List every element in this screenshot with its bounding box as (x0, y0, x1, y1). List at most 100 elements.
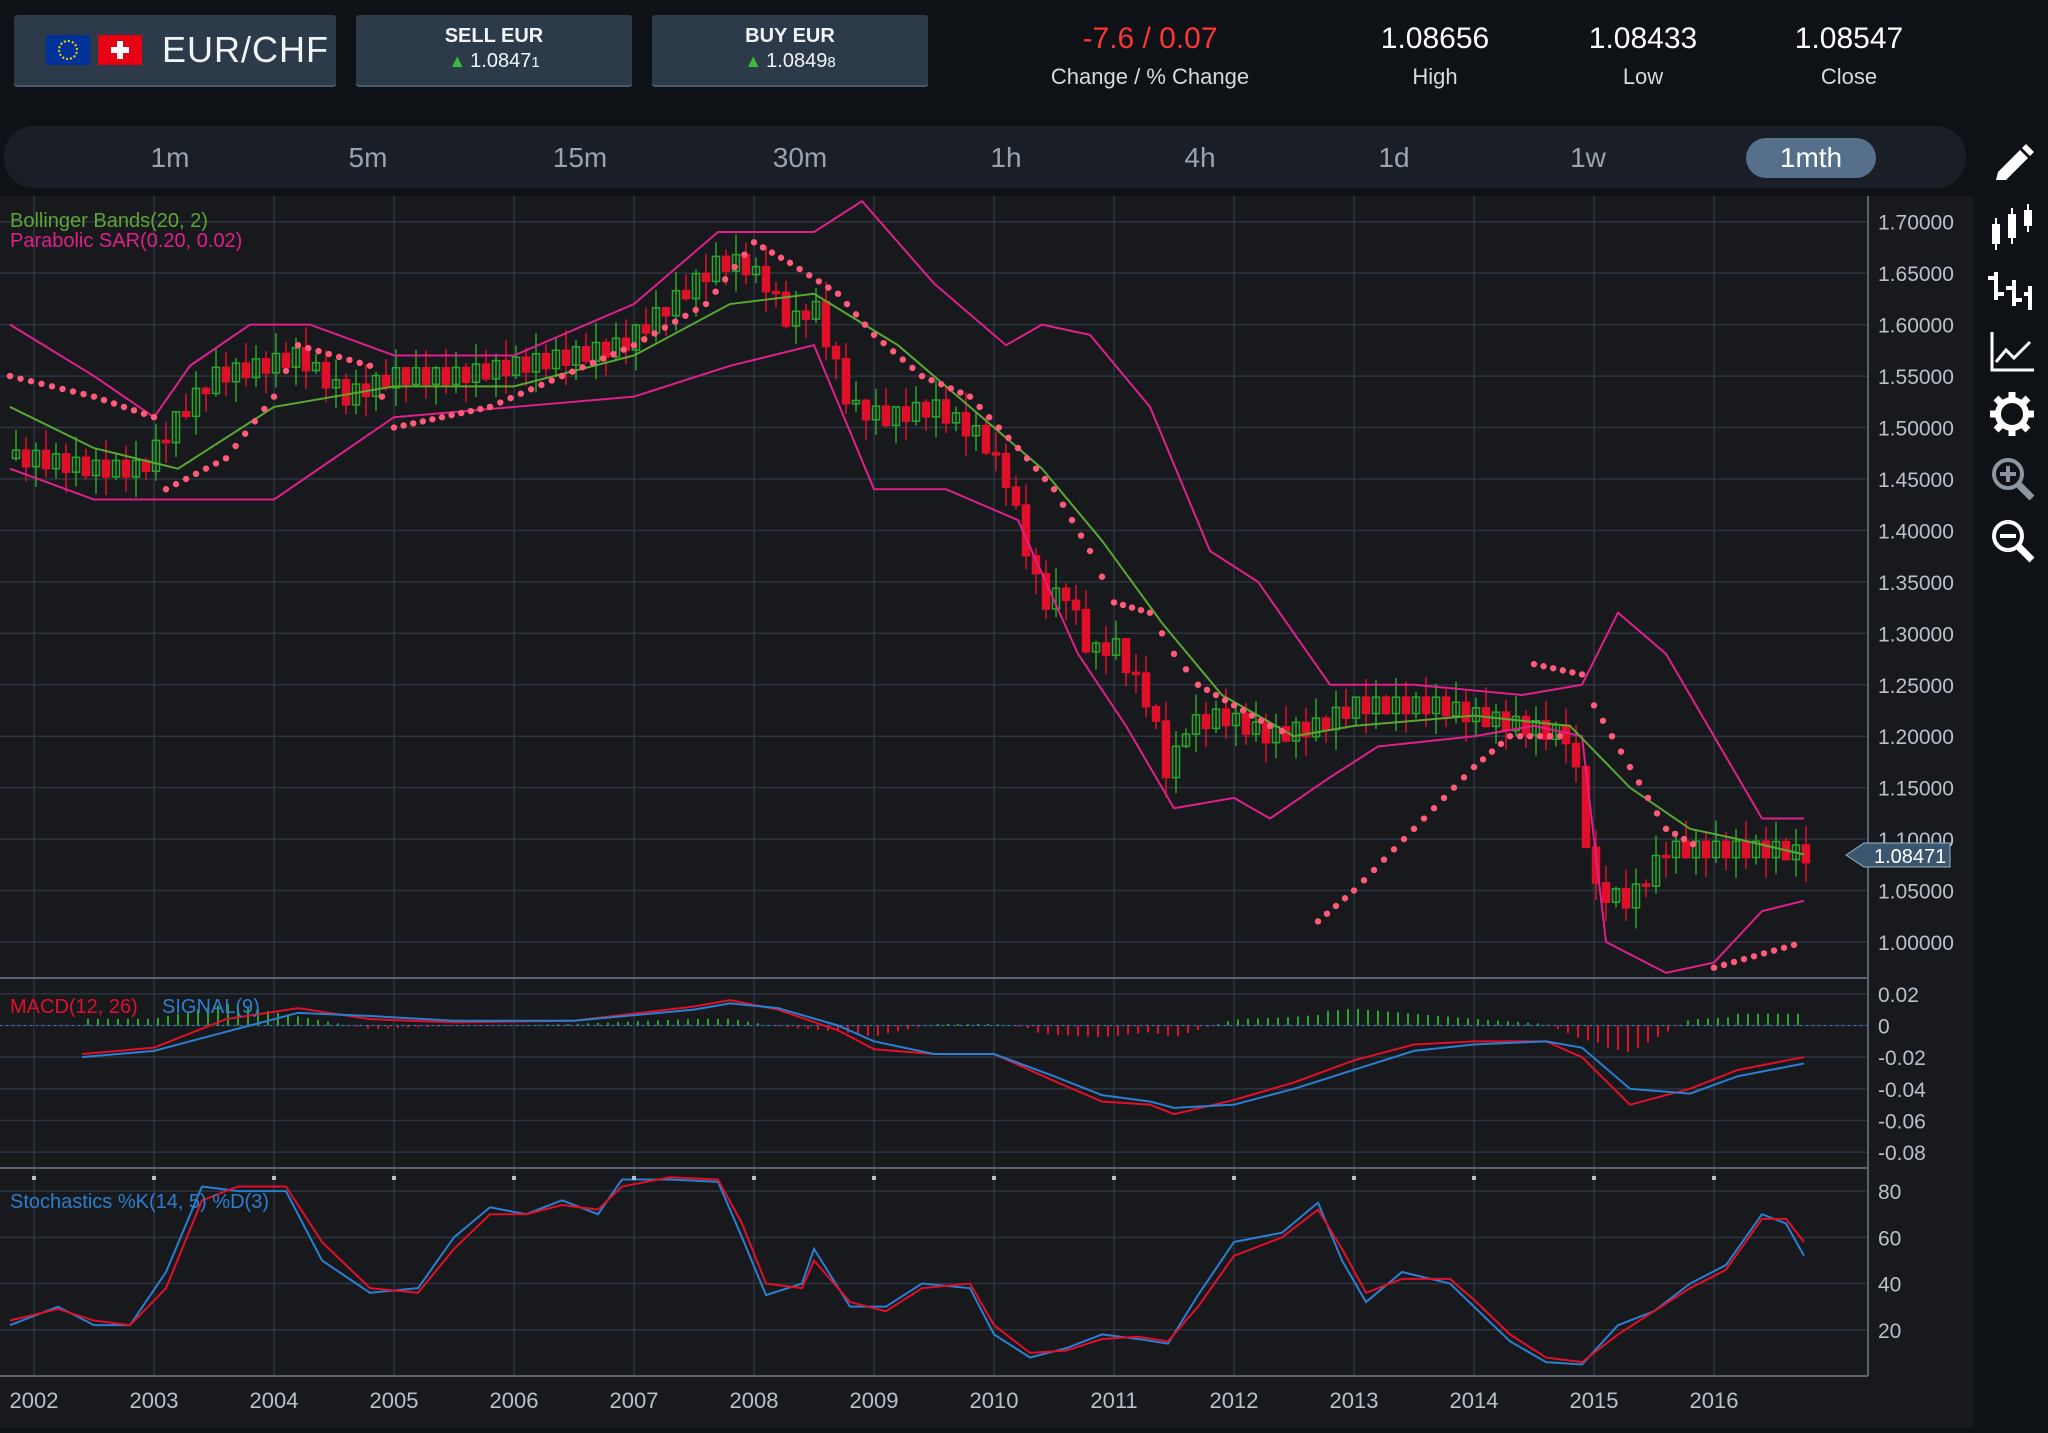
year-marker (872, 1176, 876, 1180)
price-tick-label: 1.20000 (1878, 726, 1954, 749)
candle-body (991, 452, 1001, 456)
sar-dot (110, 400, 118, 407)
sar-dot (1182, 666, 1190, 673)
tab-1h[interactable]: 1h (966, 138, 1046, 178)
tab-1w[interactable]: 1w (1548, 138, 1628, 178)
pencil-icon[interactable] (1988, 142, 2036, 190)
currency-pair-selector[interactable]: EUR/CHF (14, 15, 336, 85)
low-label: Low (1622, 64, 1664, 89)
settings-icon[interactable] (1988, 390, 2036, 438)
sar-dot (722, 276, 729, 283)
tab-1mth[interactable]: 1mth (1746, 138, 1876, 178)
sar-dot (976, 403, 983, 411)
sar-dot (1230, 702, 1238, 709)
ohlc-bar-icon[interactable] (1988, 266, 2036, 314)
year-marker (1592, 1176, 1596, 1180)
candlestick-icon[interactable] (1988, 204, 2036, 252)
sar-dot (1526, 732, 1534, 740)
candle-body (381, 374, 391, 389)
sar-dot (1380, 856, 1388, 863)
sar-dot (1450, 784, 1458, 791)
sar-dot (630, 341, 638, 349)
sar-dot (986, 414, 993, 421)
sar-dot (890, 348, 897, 355)
price-tick-label: 1.25000 (1878, 675, 1954, 698)
sar-dot (192, 470, 200, 478)
sar-dot (1506, 732, 1514, 740)
sar-dot (852, 311, 860, 318)
sar-dot (172, 480, 180, 488)
sar-dot (1671, 830, 1679, 838)
sar-dot (1023, 455, 1031, 462)
sar-dot (1790, 941, 1798, 949)
price-chart-svg[interactable]: 2002 2003 2004 2005 2006 2007 2008 2009 2010 2011… (0, 196, 1974, 1428)
sar-dot (1194, 681, 1202, 688)
sar-dot (1266, 722, 1274, 730)
sar-dot (1332, 902, 1340, 910)
tab-1d[interactable]: 1d (1354, 138, 1434, 178)
sar-dot (1430, 805, 1438, 812)
candle-body (1071, 599, 1081, 611)
sar-dot (938, 381, 945, 388)
price-tick-label: 1.30000 (1878, 623, 1954, 646)
candle-body (221, 366, 231, 383)
sar-dot (1128, 604, 1136, 611)
candle-body (1001, 452, 1011, 488)
tab-5m[interactable]: 5m (328, 138, 408, 178)
candle-body (21, 449, 31, 468)
buy-button[interactable]: BUY EUR ▲ 1.08498 (652, 15, 928, 85)
zoom-in-icon[interactable] (1988, 454, 2036, 502)
sar-dot (1680, 835, 1688, 843)
sar-dot (1730, 958, 1738, 966)
tab-30m[interactable]: 30m (750, 138, 850, 178)
candle-body (521, 356, 531, 373)
sar-dot (1536, 732, 1544, 740)
stoch-tick-label: 80 (1878, 1181, 1901, 1204)
sar-dot (458, 409, 465, 417)
sar-dot (1146, 609, 1154, 616)
sar-dot (162, 486, 170, 493)
sar-dot (947, 385, 954, 392)
x-tick-label: 2010 (970, 1388, 1019, 1413)
sar-dot (1740, 955, 1748, 963)
candle-body (941, 399, 951, 424)
sar-dot (346, 356, 353, 364)
year-marker (992, 1176, 996, 1180)
zoom-out-icon[interactable] (1988, 516, 2036, 564)
candle-body (1501, 711, 1511, 732)
sar-dot (928, 376, 935, 384)
year-marker (1472, 1176, 1476, 1180)
sar-dot (69, 388, 77, 395)
sar-dot (1516, 732, 1524, 740)
candle-body (921, 401, 931, 418)
candle-body (281, 352, 291, 368)
sar-dot (1239, 707, 1247, 714)
candle-body (161, 439, 171, 444)
sell-button[interactable]: SELL EUR ▲ 1.08471 (356, 15, 632, 85)
sar-dot (59, 385, 66, 393)
sar-dot (1460, 774, 1468, 781)
sar-dot (1635, 779, 1643, 786)
sar-dot (1410, 825, 1418, 833)
sar-dot (1400, 835, 1408, 843)
sar-dot (1158, 630, 1166, 637)
price-tick-label: 1.40000 (1878, 520, 1954, 543)
sar-dot (1662, 825, 1670, 833)
chart-area[interactable]: 2002 2003 2004 2005 2006 2007 2008 2009 2010 2011… (0, 196, 1974, 1428)
sar-dot (325, 350, 333, 358)
candle-body (701, 272, 711, 283)
tab-4h[interactable]: 4h (1160, 138, 1240, 178)
sar-dot (1440, 794, 1448, 802)
pair-label: EUR/CHF (162, 29, 329, 70)
sar-dot (1119, 601, 1127, 609)
year-marker (272, 1176, 276, 1180)
sar-dot (1559, 667, 1567, 674)
line-chart-icon[interactable] (1988, 328, 2036, 376)
tab-15m[interactable]: 15m (535, 138, 625, 178)
sar-dot (1370, 866, 1378, 874)
x-tick-label: 2003 (130, 1388, 179, 1413)
macd-tick-label: 0.02 (1878, 984, 1919, 1007)
sar-dot (1780, 944, 1788, 951)
tab-1m[interactable]: 1m (130, 138, 210, 178)
sar-dot (366, 362, 374, 369)
